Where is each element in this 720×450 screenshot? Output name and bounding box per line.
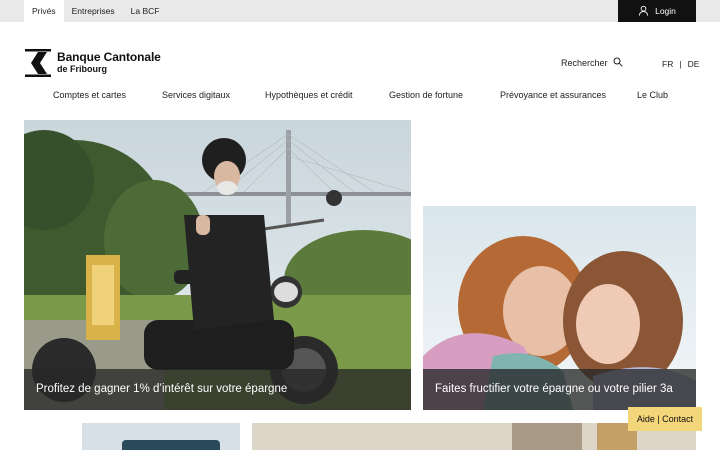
lang-de[interactable]: DE [688,59,700,69]
login-button[interactable]: Login [618,0,696,22]
login-label: Login [655,6,676,16]
help-contact-button[interactable]: Aide | Contact [628,407,702,431]
tab-prives[interactable]: Privés [24,0,64,22]
lang-fr[interactable]: FR [662,59,673,69]
top-bar: Privés Entreprises La BCF Login [0,0,720,22]
lang-separator: | [679,59,682,69]
search-icon [613,57,623,69]
tab-la-bcf[interactable]: La BCF [123,0,168,22]
nav-item-hypotheques-et-credit[interactable]: Hypothèques et crédit [265,90,353,100]
main-nav: Comptes et cartes Services digitaux Hypo… [0,90,720,106]
nav-item-prevoyance-et-assurances[interactable]: Prévoyance et assurances [500,90,606,100]
tab-entreprises[interactable]: Entreprises [64,0,123,22]
card-graphic [512,423,582,450]
man-on-moped-image [24,120,411,410]
card-caption: Faites fructifier votre épargne ou votre… [423,369,696,410]
user-icon [638,5,649,18]
nav-item-le-club[interactable]: Le Club [637,90,668,100]
card-caption: Profitez de gagner 1% d’intérêt sur votr… [24,369,411,410]
segment-nav: Privés Entreprises La BCF [24,0,167,22]
search-button[interactable]: Rechercher [561,57,623,69]
logo-line-2: de Fribourg [57,64,107,74]
promo-card-pillar-3a[interactable]: Faites fructifier votre épargne ou votre… [423,206,696,410]
teaser-card-1[interactable] [82,423,240,450]
promo-card-savings[interactable]: Profitez de gagner 1% d’intérêt sur votr… [24,120,411,410]
bcf-logo-icon [25,49,51,77]
nav-item-services-digitaux[interactable]: Services digitaux [162,90,230,100]
bank-logo[interactable]: Banque Cantonale de Fribourg [25,49,161,77]
nav-item-comptes-et-cartes[interactable]: Comptes et cartes [53,90,126,100]
language-switcher: FR | DE [662,59,699,69]
logo-line-1: Banque Cantonale [57,50,161,64]
nav-item-gestion-de-fortune[interactable]: Gestion de fortune [389,90,463,100]
card-graphic [122,440,220,450]
search-label: Rechercher [561,58,608,68]
